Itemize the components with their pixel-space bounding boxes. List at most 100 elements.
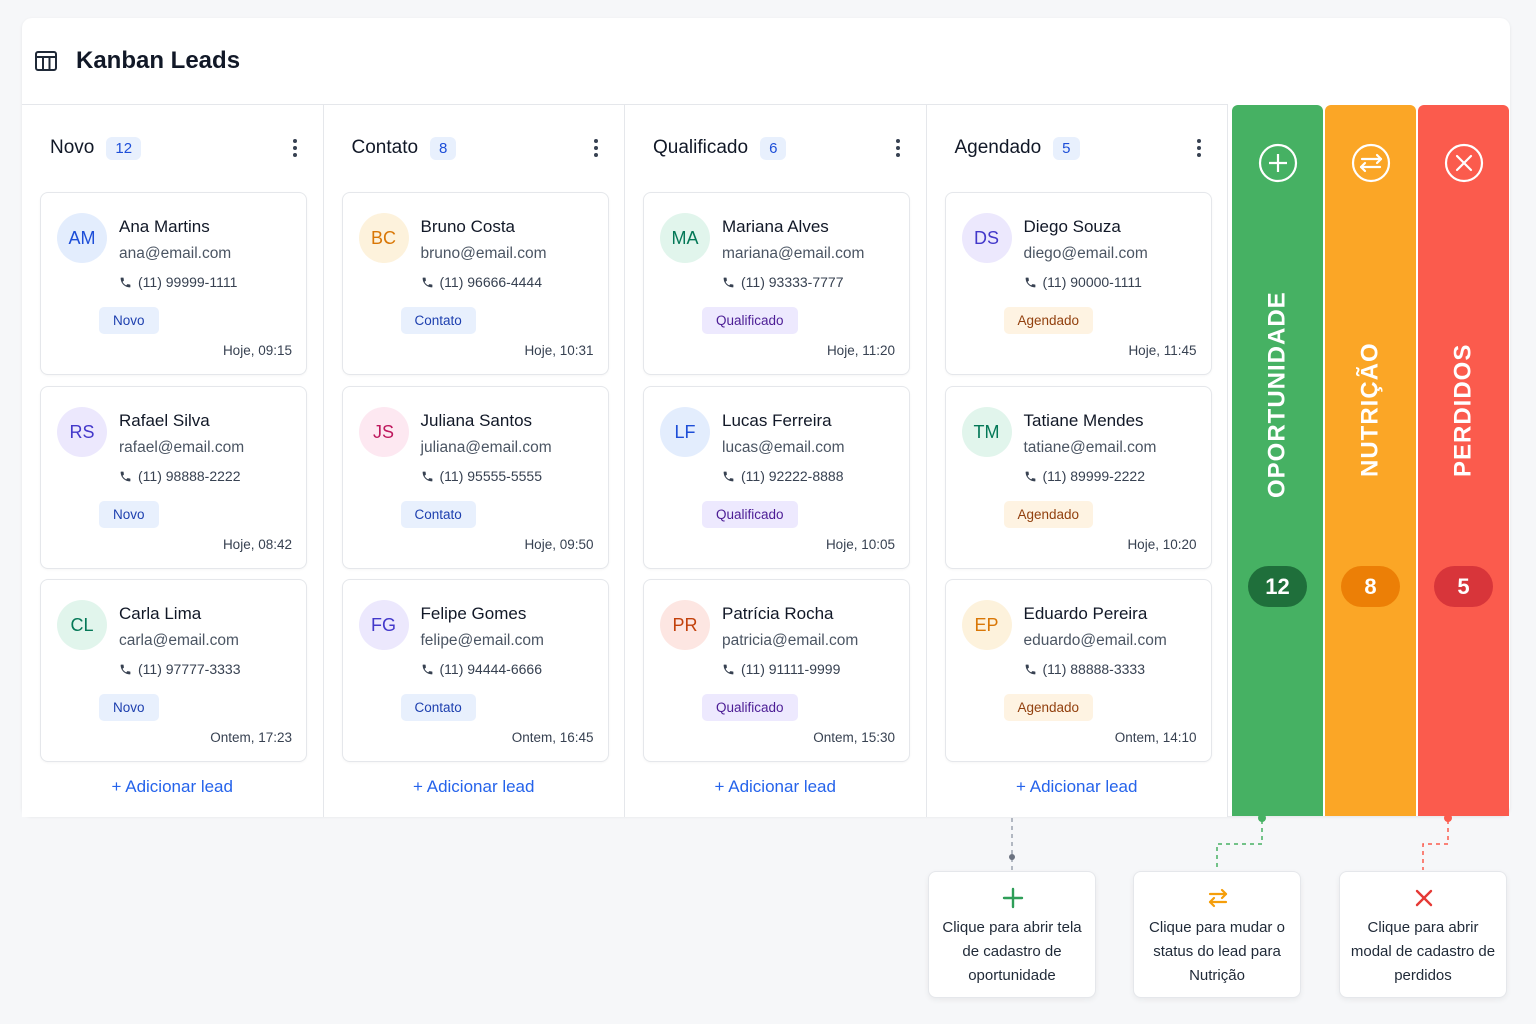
lead-card[interactable]: MA Mariana Alves mariana@email.com (11) …: [643, 192, 910, 375]
avatar: CL: [57, 600, 107, 650]
tooltip-nutricao: Clique para mudar o status do lead para …: [1133, 871, 1301, 998]
add-lead-button[interactable]: + Adicionar lead: [324, 777, 625, 797]
column-header: Qualificado 6: [625, 105, 926, 191]
column-count-badge: 12: [106, 136, 142, 160]
status-badge: Novo: [99, 307, 159, 334]
avatar: DS: [961, 213, 1012, 263]
lead-card[interactable]: JS Juliana Santos juliana@email.com (11)…: [341, 386, 609, 569]
phone-icon: [120, 664, 131, 674]
stage-label: NUTRIÇÃO: [1356, 342, 1384, 478]
phone-icon: [422, 277, 432, 287]
x-circle-icon: [1444, 143, 1484, 183]
avatar: PR: [660, 600, 710, 650]
add-lead-button[interactable]: + Adicionar lead: [22, 777, 323, 797]
lead-timestamp: Ontem, 15:30: [813, 730, 895, 745]
lead-email: ana@email.com: [119, 245, 232, 262]
avatar: AM: [57, 213, 107, 263]
stage-count-badge: 12: [1248, 566, 1307, 607]
status-badge: Qualificado: [702, 694, 798, 721]
avatar: MA: [660, 213, 710, 263]
status-badge: Contato: [400, 694, 476, 721]
column-count-badge: 5: [1053, 136, 1080, 160]
lead-phone: (11) 92222-8888: [722, 468, 843, 484]
column-menu-icon[interactable]: [888, 138, 908, 158]
lead-phone: (11) 97777-3333: [119, 661, 240, 677]
column-contato: Contato 8 BC Bruno Costa bruno@email.com…: [323, 105, 625, 817]
lead-phone: (11) 99999-1111: [119, 274, 237, 290]
lead-phone: (11) 88888-3333: [1024, 661, 1145, 677]
stage-perdidos[interactable]: PERDIDOS 5: [1418, 105, 1509, 816]
lead-card[interactable]: RS Rafael Silva rafael@email.com (11) 98…: [40, 386, 307, 569]
column-title: Contato: [351, 137, 419, 158]
tooltip-text: Clique para abrir modal de cadastro de p…: [1350, 919, 1496, 984]
phone-icon: [723, 664, 734, 674]
lead-email: lucas@email.com: [722, 439, 845, 456]
column-menu-icon[interactable]: [285, 138, 305, 158]
swap-icon: [1208, 888, 1228, 908]
connector-dot: [1009, 854, 1015, 860]
lead-card[interactable]: EP Eduardo Pereira eduardo@email.com (11…: [944, 579, 1212, 762]
column-title: Novo: [50, 137, 95, 158]
column-menu-icon[interactable]: [586, 138, 606, 158]
lead-email: eduardo@email.com: [1023, 632, 1167, 649]
avatar: EP: [961, 600, 1012, 650]
status-badge: Contato: [400, 501, 476, 528]
lead-name: Tatiane Mendes: [1023, 411, 1144, 430]
phone-icon: [1025, 471, 1035, 481]
column-count-badge: 8: [430, 136, 457, 160]
lead-name: Mariana Alves: [722, 217, 829, 236]
connector-nutricao: [1216, 820, 1263, 870]
lead-email: juliana@email.com: [420, 439, 552, 456]
lead-timestamp: Hoje, 10:05: [825, 537, 895, 552]
phone-icon: [1025, 277, 1035, 287]
lead-card[interactable]: DS Diego Souza diego@email.com (11) 9000…: [944, 192, 1212, 375]
lead-timestamp: Ontem, 17:23: [210, 730, 292, 745]
lead-name: Juliana Santos: [420, 411, 533, 430]
avatar: BC: [358, 213, 409, 263]
column-agendado: Agendado 5 DS Diego Souza diego@email.co…: [926, 105, 1228, 817]
page-title: Kanban Leads: [76, 47, 241, 74]
kanban-board: Novo 12 AM Ana Martins ana@email.com (11…: [22, 104, 1228, 817]
lead-card[interactable]: CL Carla Lima carla@email.com (11) 97777…: [40, 579, 307, 762]
phone-icon: [120, 471, 131, 481]
status-badge: Qualificado: [702, 307, 798, 334]
lead-email: bruno@email.com: [420, 245, 547, 262]
swap-circle-icon: [1351, 143, 1391, 183]
lead-card[interactable]: FG Felipe Gomes felipe@email.com (11) 94…: [341, 579, 609, 762]
avatar: JS: [358, 407, 409, 457]
lead-name: Rafael Silva: [119, 411, 210, 430]
column-menu-icon[interactable]: [1189, 138, 1209, 158]
lead-card[interactable]: AM Ana Martins ana@email.com (11) 99999-…: [40, 192, 307, 375]
lead-card[interactable]: TM Tatiane Mendes tatiane@email.com (11)…: [944, 386, 1212, 569]
lead-name: Eduardo Pereira: [1023, 604, 1148, 623]
lead-card[interactable]: LF Lucas Ferreira lucas@email.com (11) 9…: [643, 386, 910, 569]
lead-phone: (11) 98888-2222: [119, 468, 240, 484]
lead-phone: (11) 94444-6666: [421, 661, 542, 677]
lead-phone: (11) 90000-1111: [1024, 274, 1142, 290]
lead-email: felipe@email.com: [420, 632, 544, 649]
lead-timestamp: Hoje, 11:20: [826, 343, 895, 358]
stage-label: OPORTUNIDADE: [1263, 291, 1291, 499]
tooltip-perdidos: Clique para abrir modal de cadastro de p…: [1339, 871, 1507, 998]
lead-card[interactable]: BC Bruno Costa bruno@email.com (11) 9666…: [341, 192, 609, 375]
connector-perdidos: [1422, 820, 1449, 870]
lead-timestamp: Hoje, 10:20: [1127, 537, 1197, 552]
status-badge: Novo: [99, 501, 159, 528]
lead-email: tatiane@email.com: [1023, 439, 1157, 456]
add-lead-button[interactable]: + Adicionar lead: [927, 777, 1228, 797]
lead-phone: (11) 93333-7777: [722, 274, 843, 290]
column-header: Agendado 5: [927, 105, 1228, 191]
add-lead-button[interactable]: + Adicionar lead: [625, 777, 926, 797]
x-icon: [1415, 889, 1433, 907]
stage-count-badge: 5: [1434, 566, 1493, 607]
lead-email: rafael@email.com: [119, 439, 245, 456]
lead-card[interactable]: PR Patrícia Rocha patricia@email.com (11…: [643, 579, 910, 762]
status-badge: Qualificado: [702, 501, 798, 528]
lead-timestamp: Hoje, 09:15: [222, 343, 292, 358]
stage-count-badge: 8: [1341, 566, 1400, 607]
stage-oportunidade[interactable]: OPORTUNIDADE 12: [1232, 105, 1323, 816]
status-badge: Agendado: [1003, 694, 1094, 721]
column-novo: Novo 12 AM Ana Martins ana@email.com (11…: [22, 105, 324, 817]
stage-nutricao[interactable]: NUTRIÇÃO 8: [1325, 105, 1416, 816]
tooltip-text: Clique para mudar o status do lead para …: [1149, 919, 1285, 984]
